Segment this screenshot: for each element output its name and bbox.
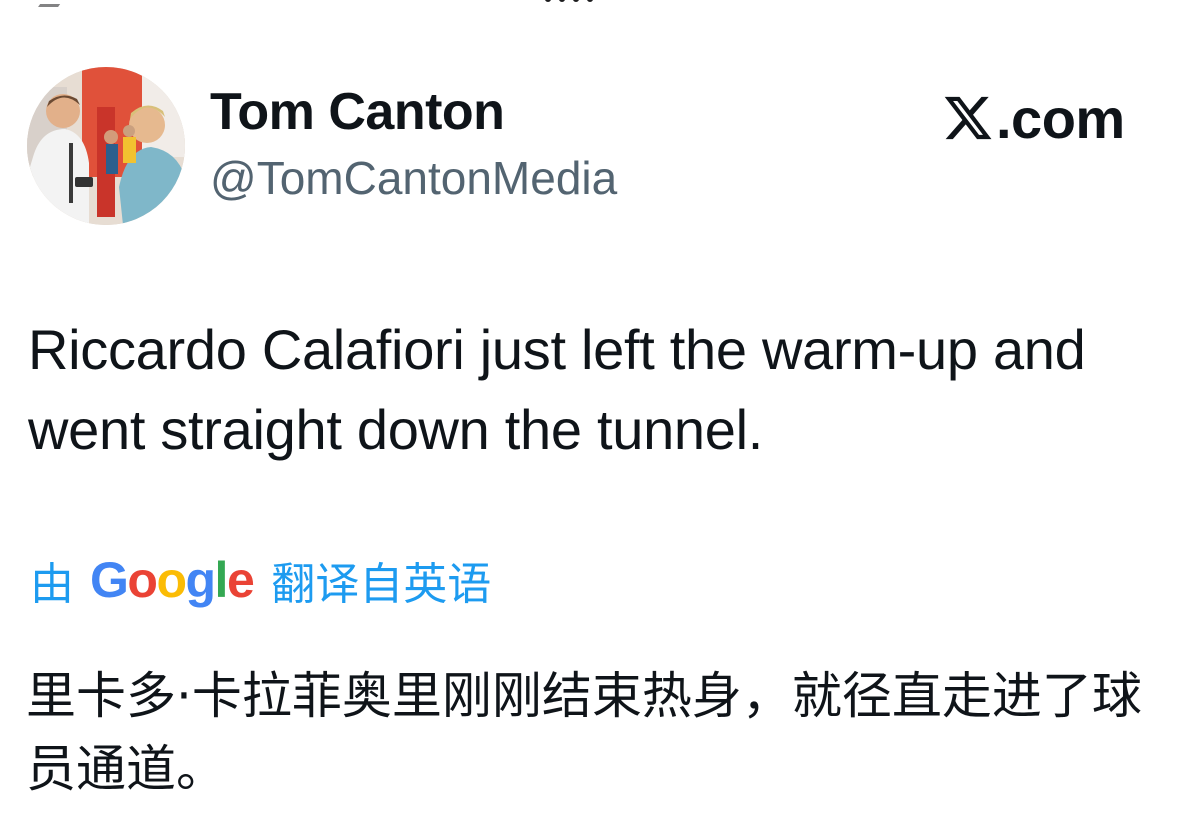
tweet-text: Riccardo Calafiori just left the warm-up… [28,318,1086,461]
x-com-suffix: .com [996,86,1125,150]
avatar[interactable] [27,67,185,225]
header-title-fragment [545,0,607,4]
translated-tweet-text: 里卡多·卡拉菲奥里刚刚结束热身，就径直走进了球员通道。 [26,667,1142,798]
top-cropped-header [0,0,1179,10]
author-handle[interactable]: @TomCantonMedia [210,151,617,205]
translated-by-google[interactable]: 由 Google 翻译自英语 [30,548,491,612]
google-logo: Google [90,552,255,608]
avatar-photo [27,67,185,225]
translate-suffix: 翻译自英语 [271,559,492,610]
x-logo-icon [944,96,992,140]
back-arrow-fragment [38,0,70,7]
translate-prefix: 由 [30,559,74,610]
author-display-name[interactable]: Tom Canton [210,82,505,142]
x-com-watermark: .com [942,86,1125,150]
